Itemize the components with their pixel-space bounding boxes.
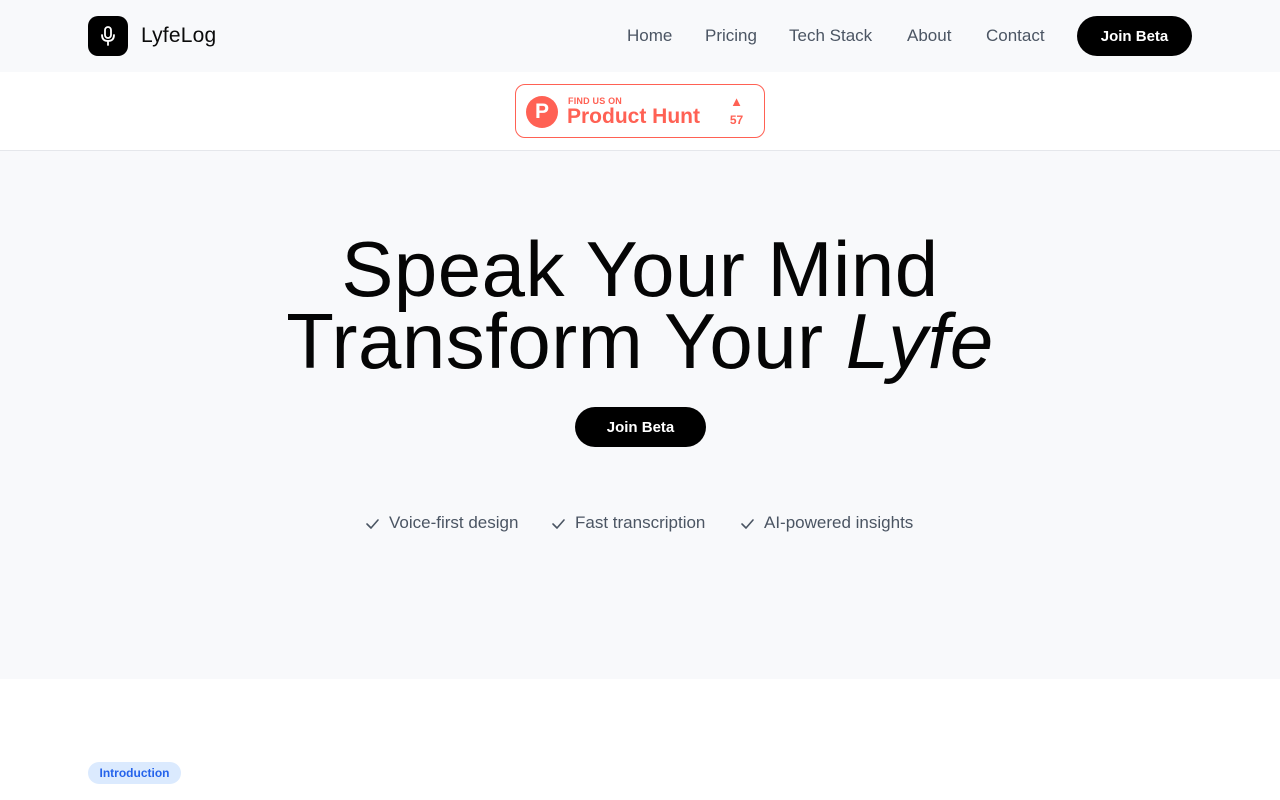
check-icon: [741, 518, 754, 529]
feature-label: Voice-first design: [389, 513, 519, 532]
introduction-section-pill: Introduction: [88, 762, 181, 784]
brand-logo[interactable]: [88, 16, 128, 56]
nav-link-pricing[interactable]: Pricing: [705, 25, 757, 47]
feature-label: Fast transcription: [575, 513, 706, 532]
hero-headline-emphasis: Lyfe: [845, 297, 994, 385]
hero-join-beta-button[interactable]: Join Beta: [575, 407, 706, 447]
upvote-arrow-icon: ▲: [730, 94, 743, 109]
product-hunt-logo-icon: P: [526, 96, 558, 128]
hero-section: Speak Your Mind Transform Your Lyfe Join…: [0, 151, 1280, 679]
hero-headline-line2: Transform Your Lyfe: [0, 299, 1280, 383]
brand-name[interactable]: LyfeLog: [141, 23, 216, 49]
hero-headline-prefix: Transform Your: [286, 297, 824, 385]
nav-link-tech-stack[interactable]: Tech Stack: [789, 25, 872, 47]
check-icon: [552, 518, 565, 529]
nav-link-home[interactable]: Home: [627, 25, 672, 47]
feature-item-ai-insights: AI-powered insights: [740, 513, 913, 533]
feature-item-fast-transcription: Fast transcription: [551, 513, 705, 533]
feature-item-voice-first: Voice-first design: [365, 513, 518, 533]
top-navbar: LyfeLog Home Pricing Tech Stack About Co…: [0, 0, 1280, 72]
product-hunt-badge[interactable]: P FIND US ON Product Hunt ▲ 57: [515, 84, 765, 138]
microphone-icon: [101, 26, 115, 46]
nav-link-about[interactable]: About: [907, 25, 951, 47]
check-icon: [366, 518, 379, 529]
product-hunt-title: Product Hunt: [567, 105, 700, 128]
nav-join-beta-button[interactable]: Join Beta: [1077, 16, 1192, 56]
nav-link-contact[interactable]: Contact: [986, 25, 1045, 47]
feature-label: AI-powered insights: [764, 513, 914, 532]
upvote-count: 57: [729, 113, 744, 127]
product-hunt-strip: P FIND US ON Product Hunt ▲ 57: [0, 72, 1280, 151]
